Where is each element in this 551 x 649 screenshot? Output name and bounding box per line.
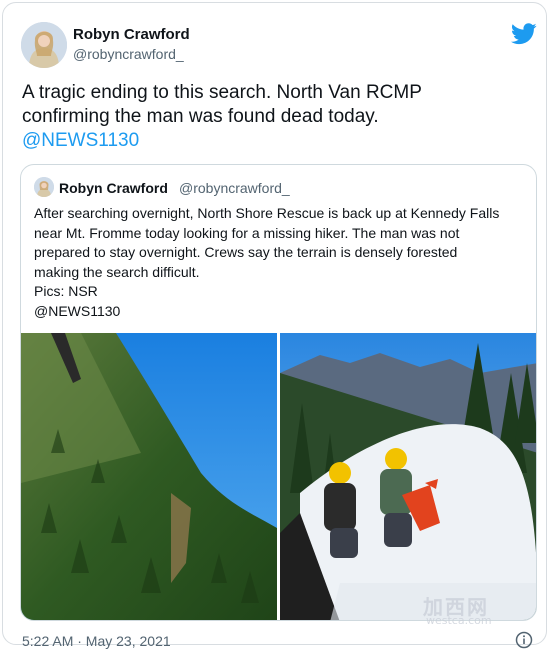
quoted-text-line: near Mt. Fromme today looking for a miss… bbox=[34, 224, 460, 241]
author-handle[interactable]: @robyncrawford_ bbox=[73, 46, 184, 62]
author-name[interactable]: Robyn Crawford bbox=[73, 26, 190, 43]
author-avatar[interactable] bbox=[21, 22, 67, 68]
watermark-url: westca.com bbox=[426, 614, 492, 627]
quoted-author-handle[interactable]: @robyncrawford_ bbox=[179, 180, 290, 196]
quoted-author-name[interactable]: Robyn Crawford bbox=[59, 180, 168, 196]
rescuers-on-snow-photo[interactable] bbox=[280, 333, 537, 621]
quoted-text-line: making the search difficult. bbox=[34, 263, 200, 280]
forest-aerial-photo[interactable] bbox=[21, 333, 277, 621]
tweet-text-line: confirming the man was found dead today. bbox=[22, 106, 379, 127]
info-icon[interactable] bbox=[515, 631, 533, 649]
quoted-tweet-text: After searching overnight, North Shore R… bbox=[34, 204, 529, 321]
quoted-author-avatar[interactable] bbox=[34, 177, 54, 197]
twitter-bird-icon[interactable] bbox=[511, 23, 537, 45]
quoted-tweet[interactable]: Robyn Crawford @robyncrawford_ After sea… bbox=[20, 164, 537, 621]
mention-link[interactable]: @NEWS1130 bbox=[22, 129, 522, 153]
quoted-text-line: Pics: NSR bbox=[34, 283, 98, 299]
tweet-card: Robyn Crawford @robyncrawford_ A tragic … bbox=[2, 2, 547, 649]
quoted-text-line: After searching overnight, North Shore R… bbox=[34, 205, 500, 221]
quoted-text-line: prepared to stay overnight. Crews say th… bbox=[34, 244, 458, 260]
tweet-text: A tragic ending to this search. North Va… bbox=[22, 81, 522, 153]
tweet-text-line: A tragic ending to this search. North Va… bbox=[22, 82, 422, 103]
quoted-mention: @NEWS1130 bbox=[34, 302, 121, 319]
